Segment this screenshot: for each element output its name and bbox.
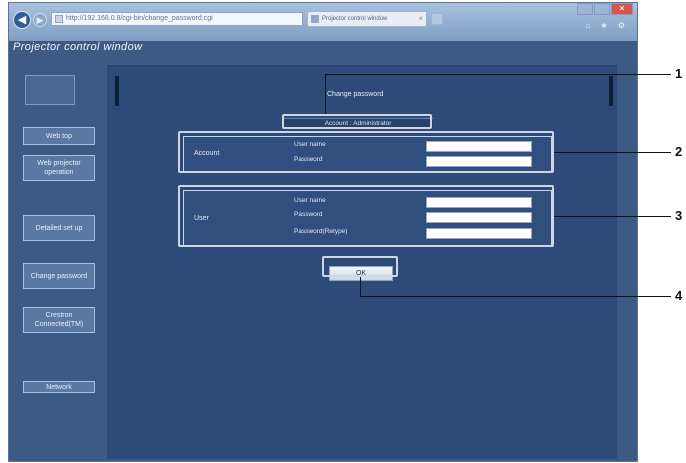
browser-tab[interactable]: Projector control window × — [307, 11, 427, 27]
toolbar-icons[interactable]: ⌂ ★ ⚙ — [585, 21, 629, 30]
tab-title: Projector control window — [322, 16, 388, 22]
maximize-button[interactable] — [594, 3, 610, 15]
callout-2-line — [554, 152, 671, 153]
close-button[interactable]: ✕ — [611, 3, 633, 15]
tab-favicon-icon — [311, 15, 319, 23]
new-tab-button[interactable] — [431, 13, 443, 25]
forward-button[interactable]: ▶ — [33, 13, 47, 27]
sidebar-detailed-setup-button[interactable]: Detailed set up — [23, 215, 95, 241]
browser-titlebar: ◀ ▶ http://192.168.0.8/cgi-bin/change_pa… — [9, 3, 637, 41]
window-controls: ✕ — [576, 3, 633, 17]
left-edge-bar — [115, 76, 119, 106]
callout-3-line — [554, 216, 671, 217]
sidebar-web-top-button[interactable]: Web top — [23, 127, 95, 145]
sidebar-crestron-button[interactable]: Crestron Connected(TM) — [23, 307, 95, 333]
callout-1-leader — [325, 74, 326, 114]
callout-3-number: 3 — [675, 208, 683, 223]
page-title: Change password — [327, 91, 384, 98]
callout-2-number: 2 — [675, 144, 683, 159]
callout-4-number: 4 — [675, 288, 683, 303]
callout-1-line — [325, 74, 671, 75]
address-bar[interactable]: http://192.168.0.8/cgi-bin/change_passwo… — [51, 12, 303, 26]
sidebar-network-button[interactable]: Network — [23, 381, 95, 393]
tab-close-icon[interactable]: × — [418, 12, 423, 26]
callout-1-number: 1 — [675, 66, 683, 81]
callout-1-highlight — [282, 114, 432, 129]
logo — [25, 75, 75, 105]
callout-4-leader — [360, 277, 361, 296]
sidebar: Web top Web projector operation Detailed… — [15, 65, 101, 459]
callout-2-highlight — [178, 131, 554, 173]
callout-4-highlight — [322, 256, 398, 277]
callout-4-line — [360, 296, 671, 297]
callout-3-highlight — [178, 185, 554, 247]
app-title: Projector control window — [13, 41, 143, 53]
minimize-button[interactable] — [577, 3, 593, 15]
back-button[interactable]: ◀ — [13, 11, 31, 29]
page-icon — [55, 15, 63, 23]
address-text: http://192.168.0.8/cgi-bin/change_passwo… — [66, 15, 213, 22]
right-edge-bar — [609, 76, 613, 106]
sidebar-projector-operation-button[interactable]: Web projector operation — [23, 155, 95, 181]
sidebar-change-password-button[interactable]: Change password — [23, 263, 95, 289]
